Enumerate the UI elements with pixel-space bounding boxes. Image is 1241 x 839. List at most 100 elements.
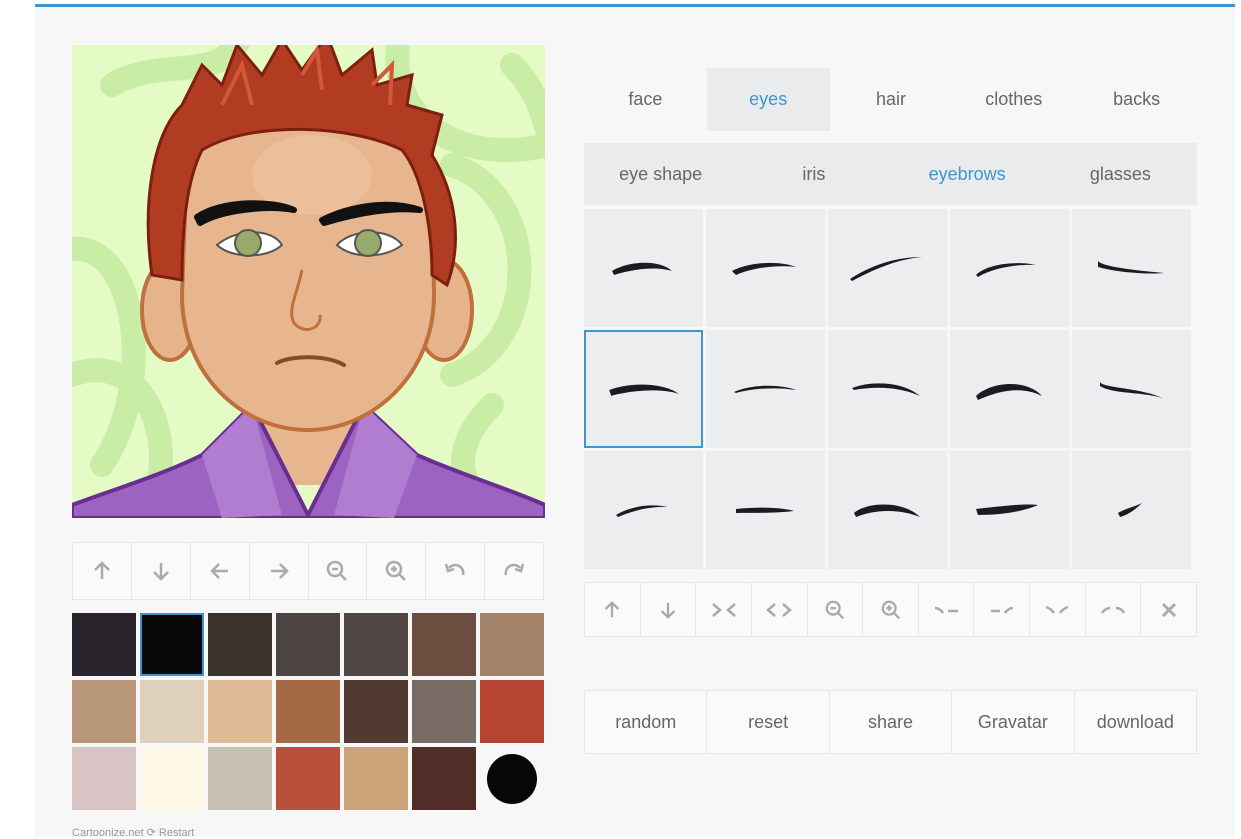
eyebrow-shape-icon xyxy=(976,504,1038,515)
eyebrow-option[interactable] xyxy=(950,330,1069,448)
action-bar: random reset share Gravatar download xyxy=(584,690,1197,754)
tab-face[interactable]: face xyxy=(584,68,707,131)
reset-button[interactable]: reset xyxy=(707,691,830,753)
zoom-out-icon xyxy=(825,600,844,619)
restart-icon: ⟳ xyxy=(146,827,156,839)
color-swatch[interactable] xyxy=(344,613,408,676)
feature-zoom-in-button[interactable] xyxy=(863,583,919,636)
color-swatch[interactable] xyxy=(276,747,340,810)
move-apart-button[interactable] xyxy=(752,583,808,636)
eyebrow-shape-icon xyxy=(1118,503,1142,517)
eyebrow-options-grid xyxy=(584,209,1197,569)
download-button[interactable]: download xyxy=(1075,691,1196,753)
tilt-down-button[interactable] xyxy=(1030,583,1086,636)
eyebrow-option[interactable] xyxy=(828,330,947,448)
eyebrow-shape-icon xyxy=(616,505,668,517)
zoom-out-button[interactable] xyxy=(309,543,368,599)
eyebrow-option-selected[interactable] xyxy=(584,330,703,448)
arrow-left-icon xyxy=(209,563,228,579)
move-left-button[interactable] xyxy=(191,543,250,599)
move-closer-button[interactable] xyxy=(696,583,752,636)
zoom-out-icon xyxy=(327,560,348,581)
gravatar-button[interactable]: Gravatar xyxy=(952,691,1075,753)
eyebrow-option[interactable] xyxy=(706,330,825,448)
color-swatch[interactable] xyxy=(140,680,204,743)
color-swatch[interactable] xyxy=(72,747,136,810)
move-down-button[interactable] xyxy=(132,543,191,599)
subtab-eye-shape[interactable]: eye shape xyxy=(584,143,737,205)
eyebrow-option[interactable] xyxy=(1072,209,1191,327)
rotate-right-icon xyxy=(504,563,525,576)
eyebrow-shape-icon xyxy=(850,257,922,281)
color-swatch[interactable] xyxy=(344,680,408,743)
arrow-up-icon xyxy=(94,561,110,579)
remove-button[interactable] xyxy=(1141,583,1196,636)
color-swatch[interactable] xyxy=(276,680,340,743)
tab-backs[interactable]: backs xyxy=(1075,68,1198,131)
eyebrow-option[interactable] xyxy=(950,209,1069,327)
arrow-up-icon xyxy=(605,600,620,617)
color-swatch[interactable] xyxy=(72,680,136,743)
eyebrow-option[interactable] xyxy=(828,209,947,327)
eyebrow-option[interactable] xyxy=(950,451,1069,569)
eyebrow-shape-icon xyxy=(1098,261,1164,274)
subtab-iris[interactable]: iris xyxy=(737,143,890,205)
color-swatch[interactable] xyxy=(72,613,136,676)
remove-icon xyxy=(1161,602,1176,617)
zoom-in-button[interactable] xyxy=(367,543,427,599)
color-swatch[interactable] xyxy=(140,613,204,676)
tilt-up-button[interactable] xyxy=(1086,583,1142,636)
eyebrow-shape-icon xyxy=(976,383,1042,400)
color-swatch[interactable] xyxy=(344,747,408,810)
eyebrow-shape-icon xyxy=(976,263,1036,277)
eyebrow-option[interactable] xyxy=(1072,330,1191,448)
tilt-in-button[interactable] xyxy=(919,583,975,636)
feature-down-button[interactable] xyxy=(641,583,697,636)
tilt-out-button[interactable] xyxy=(974,583,1031,636)
eyebrow-shape-icon xyxy=(732,262,796,275)
eyebrow-option[interactable] xyxy=(706,451,825,569)
tab-hair[interactable]: hair xyxy=(830,68,953,131)
color-swatch[interactable] xyxy=(480,613,544,676)
feature-up-button[interactable] xyxy=(585,583,641,636)
eyebrow-shape-icon xyxy=(612,262,672,275)
color-swatch[interactable] xyxy=(140,747,204,810)
restart-link[interactable]: Restart xyxy=(159,827,194,839)
share-button[interactable]: share xyxy=(830,691,953,753)
rotate-left-icon xyxy=(444,563,465,576)
color-swatch[interactable] xyxy=(412,613,476,676)
footer-brand-link[interactable]: Cartoonize.net xyxy=(72,827,144,839)
subtab-glasses[interactable]: glasses xyxy=(1044,143,1197,205)
color-swatch[interactable] xyxy=(480,747,544,810)
random-button[interactable]: random xyxy=(585,691,708,753)
rotate-right-button[interactable] xyxy=(485,543,543,599)
eyebrow-option[interactable] xyxy=(1072,451,1191,569)
rotate-left-button[interactable] xyxy=(426,543,486,599)
zoom-in-icon xyxy=(881,600,900,619)
subtab-eyebrows[interactable]: eyebrows xyxy=(891,143,1044,205)
move-right-button[interactable] xyxy=(250,543,309,599)
feature-adjust-toolbar xyxy=(584,582,1197,637)
color-swatch[interactable] xyxy=(208,747,272,810)
color-swatch[interactable] xyxy=(412,680,476,743)
eyebrow-shape-icon xyxy=(736,507,794,513)
eyebrow-shape-icon xyxy=(609,384,679,396)
arrow-right-icon xyxy=(270,563,289,579)
color-swatch[interactable] xyxy=(208,613,272,676)
eyebrow-option[interactable] xyxy=(706,209,825,327)
zoom-in-icon xyxy=(386,560,407,581)
color-swatch[interactable] xyxy=(412,747,476,810)
move-apart-icon xyxy=(766,602,793,617)
color-swatch[interactable] xyxy=(480,680,544,743)
color-swatch[interactable] xyxy=(208,680,272,743)
color-swatch[interactable] xyxy=(276,613,340,676)
eyebrow-shape-icon xyxy=(852,383,920,396)
tab-eyes[interactable]: eyes xyxy=(706,68,830,131)
tab-clothes[interactable]: clothes xyxy=(952,68,1075,131)
eyebrow-option[interactable] xyxy=(828,451,947,569)
move-up-button[interactable] xyxy=(73,543,132,599)
eyebrow-option[interactable] xyxy=(584,451,703,569)
eyebrow-option[interactable] xyxy=(584,209,703,327)
feature-zoom-out-button[interactable] xyxy=(808,583,864,636)
eyebrow-shape-icon xyxy=(854,504,920,517)
